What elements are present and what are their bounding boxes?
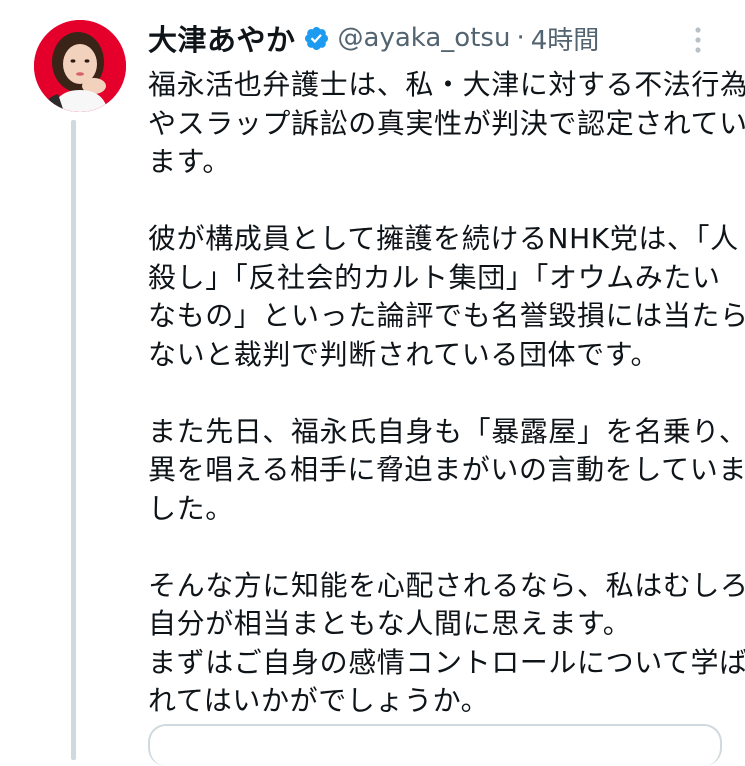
tweet-text-line: した。	[148, 491, 234, 525]
tweet-text-line: 彼が構成員として擁護を続けるNHK党は、「人	[148, 222, 739, 255]
verified-badge-icon	[303, 25, 330, 52]
tweet-text-line: ます。	[148, 145, 232, 178]
tweet-text-line: やスラップ訴訟の真実性が判決で認定されてい	[148, 106, 745, 140]
tweet-header: 大津あやか @ayaka_otsu · 4時間	[148, 18, 599, 58]
tweet-text-line: そんな方に知能を心配されるなら、私はむしろ	[148, 568, 745, 602]
more-vertical-icon	[695, 27, 701, 53]
tweet-text-line: 自分が相当まともな人間に思えます。	[148, 607, 632, 640]
author-display-name[interactable]: 大津あやか	[148, 17, 296, 59]
tweet-text-line: 異を唱える相手に脅迫まがいの言動をしていま	[148, 453, 745, 486]
more-options-button[interactable]	[688, 24, 708, 56]
tweet-text-line: ないと裁判で判断されている団体です。	[148, 337, 660, 371]
tweet-text: 福永活也弁護士は、私・大津に対する不法行為 やスラップ訴訟の真実性が判決で認定さ…	[148, 66, 745, 721]
profile-photo-icon	[34, 20, 126, 112]
tweet-timestamp[interactable]: 4時間	[531, 20, 600, 57]
tweet-text-line: 殺し」「反社会的カルト集団」「オウムみたい	[148, 260, 721, 294]
tweet-text-line: なもの」といった論評でも名誉毀損には当たら	[148, 299, 745, 332]
author-handle[interactable]: @ayaka_otsu	[338, 23, 511, 53]
quoted-card[interactable]	[148, 724, 722, 766]
tweet-text-line: れてはいかがでしょうか。	[148, 684, 490, 717]
avatar[interactable]	[34, 20, 126, 112]
thread-line	[71, 120, 76, 760]
tweet[interactable]: 大津あやか @ayaka_otsu · 4時間 福永活也弁護士は、私・大津に対す…	[0, 0, 745, 766]
header-separator: ·	[516, 23, 525, 53]
tweet-text-line: まずはご自身の感情コントロールについて学ば	[148, 645, 745, 679]
tweet-text-line: また先日、福永氏自身も「暴露屋」を名乗り、	[148, 414, 745, 448]
tweet-text-line: 福永活也弁護士は、私・大津に対する不法行為	[148, 68, 745, 101]
